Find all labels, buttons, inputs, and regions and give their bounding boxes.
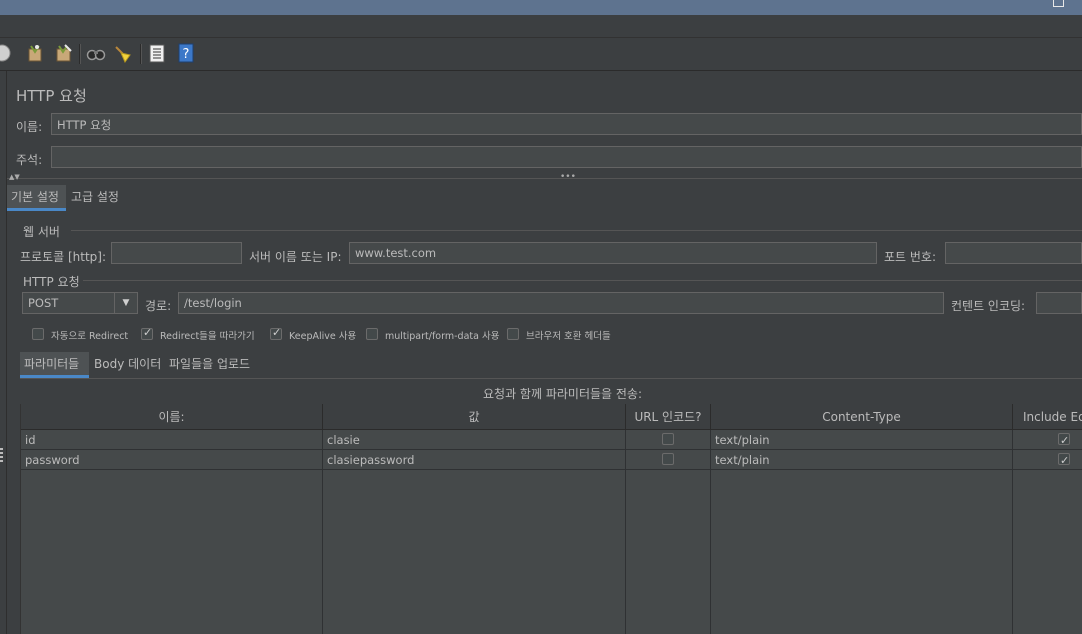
toolbar-separator [140, 44, 142, 64]
tab-body-data[interactable]: Body 데이터 [90, 352, 165, 378]
name-field[interactable]: HTTP 요청 [51, 113, 1082, 135]
splitter-grip-icon[interactable] [0, 448, 3, 462]
toolbar: ? [0, 38, 1082, 71]
tab-basic[interactable]: 기본 설정 [7, 185, 66, 211]
content-type-cell[interactable]: text/plain [711, 430, 1013, 450]
tab-files-upload[interactable]: 파일들을 업로드 [165, 352, 254, 378]
url-encode-checkbox[interactable] [662, 433, 674, 445]
path-label: 경로: [145, 299, 172, 313]
method-select[interactable]: POST ▼ [22, 292, 138, 314]
method-value: POST [28, 296, 59, 310]
url-encode-cell [626, 450, 711, 470]
param-name-cell[interactable]: id [21, 430, 323, 450]
keepalive-checkbox[interactable] [270, 326, 282, 340]
parameters-table: 이름: 값 URL 인코드? Content-Type Include Equ … [20, 404, 1082, 634]
tab-advanced[interactable]: 고급 설정 [67, 185, 123, 211]
port-field[interactable] [945, 242, 1082, 264]
window-title-bar [0, 0, 1082, 15]
clear-icon[interactable] [25, 43, 45, 63]
clear-all-icon[interactable] [54, 43, 74, 63]
include-equals-checkbox[interactable] [1058, 451, 1070, 471]
toolbar-separator [79, 44, 81, 64]
tab-parameters[interactable]: 파라미터들 [20, 352, 89, 378]
param-tabs: 파라미터들 Body 데이터 파일들을 업로드 [20, 352, 1082, 379]
splitter-divider[interactable] [7, 178, 1082, 179]
section-divider [83, 280, 1082, 281]
table-row[interactable]: id clasie text/plain [21, 430, 1082, 451]
http-request-section-label: HTTP 요청 [23, 275, 80, 289]
follow-redirects-label: Redirect들을 따라가기 [160, 331, 255, 342]
column-header-include-equals[interactable]: Include Equ [1013, 404, 1082, 430]
stop-icon[interactable] [0, 43, 12, 63]
multipart-label: multipart/form-data 사용 [385, 331, 500, 342]
config-tabs: 기본 설정 고급 설정 [7, 185, 1082, 211]
name-label: 이름: [16, 120, 43, 134]
content-type-cell[interactable]: text/plain [711, 450, 1013, 470]
include-equals-cell [1013, 450, 1082, 471]
param-value-cell[interactable]: clasie [323, 430, 626, 450]
browser-headers-checkbox[interactable] [507, 328, 519, 340]
page-title: HTTP 요청 [16, 87, 87, 105]
protocol-label: 프로토콜 [http]: [20, 250, 107, 264]
params-caption: 요청과 함께 파라미터들을 전송: [483, 387, 643, 401]
url-encode-cell [626, 430, 711, 450]
column-header-content-type[interactable]: Content-Type [711, 404, 1013, 430]
include-equals-checkbox[interactable] [1058, 431, 1070, 451]
auto-redirect-checkbox[interactable] [32, 328, 44, 340]
function-helper-icon[interactable] [147, 43, 167, 63]
menu-strip [0, 15, 1082, 38]
collapse-arrows-icon[interactable]: ▲▼ [9, 173, 20, 181]
section-divider [71, 230, 1082, 231]
keepalive-label: KeepAlive 사용 [289, 331, 357, 342]
column-header-value[interactable]: 값 [323, 404, 626, 430]
server-field[interactable]: www.test.com [349, 242, 877, 264]
include-equals-cell [1013, 430, 1082, 451]
comment-label: 주석: [16, 153, 43, 167]
server-label: 서버 이름 또는 IP: [249, 250, 342, 264]
browser-headers-label: 브라우저 호환 헤더들 [526, 331, 611, 342]
window-restore-icon[interactable] [1053, 0, 1064, 7]
protocol-field[interactable] [111, 242, 242, 264]
param-name-cell[interactable]: password [21, 450, 323, 470]
web-server-section-label: 웹 서버 [23, 225, 60, 239]
column-header-url-encode[interactable]: URL 인코드? [626, 404, 711, 430]
multipart-checkbox[interactable] [366, 328, 378, 340]
path-field[interactable]: /test/login [178, 292, 944, 314]
reset-search-icon[interactable] [113, 43, 133, 63]
follow-redirects-checkbox[interactable] [141, 326, 153, 340]
chevron-down-icon[interactable]: ▼ [114, 293, 137, 313]
search-icon[interactable] [86, 43, 106, 63]
help-icon[interactable]: ? [176, 43, 196, 63]
column-header-name[interactable]: 이름: [21, 404, 323, 430]
comment-field[interactable] [51, 146, 1082, 168]
svg-text:?: ? [183, 47, 190, 62]
tree-splitter[interactable] [0, 71, 7, 634]
encoding-field[interactable] [1036, 292, 1082, 314]
encoding-label: 컨텐트 인코딩: [951, 299, 1026, 313]
port-label: 포트 번호: [884, 250, 937, 264]
url-encode-checkbox[interactable] [662, 453, 674, 465]
param-value-cell[interactable]: clasiepassword [323, 450, 626, 470]
table-row[interactable]: password clasiepassword text/plain [21, 450, 1082, 471]
splitter-grip-icon[interactable]: ••• [560, 172, 576, 182]
auto-redirect-label: 자동으로 Redirect [51, 331, 129, 342]
